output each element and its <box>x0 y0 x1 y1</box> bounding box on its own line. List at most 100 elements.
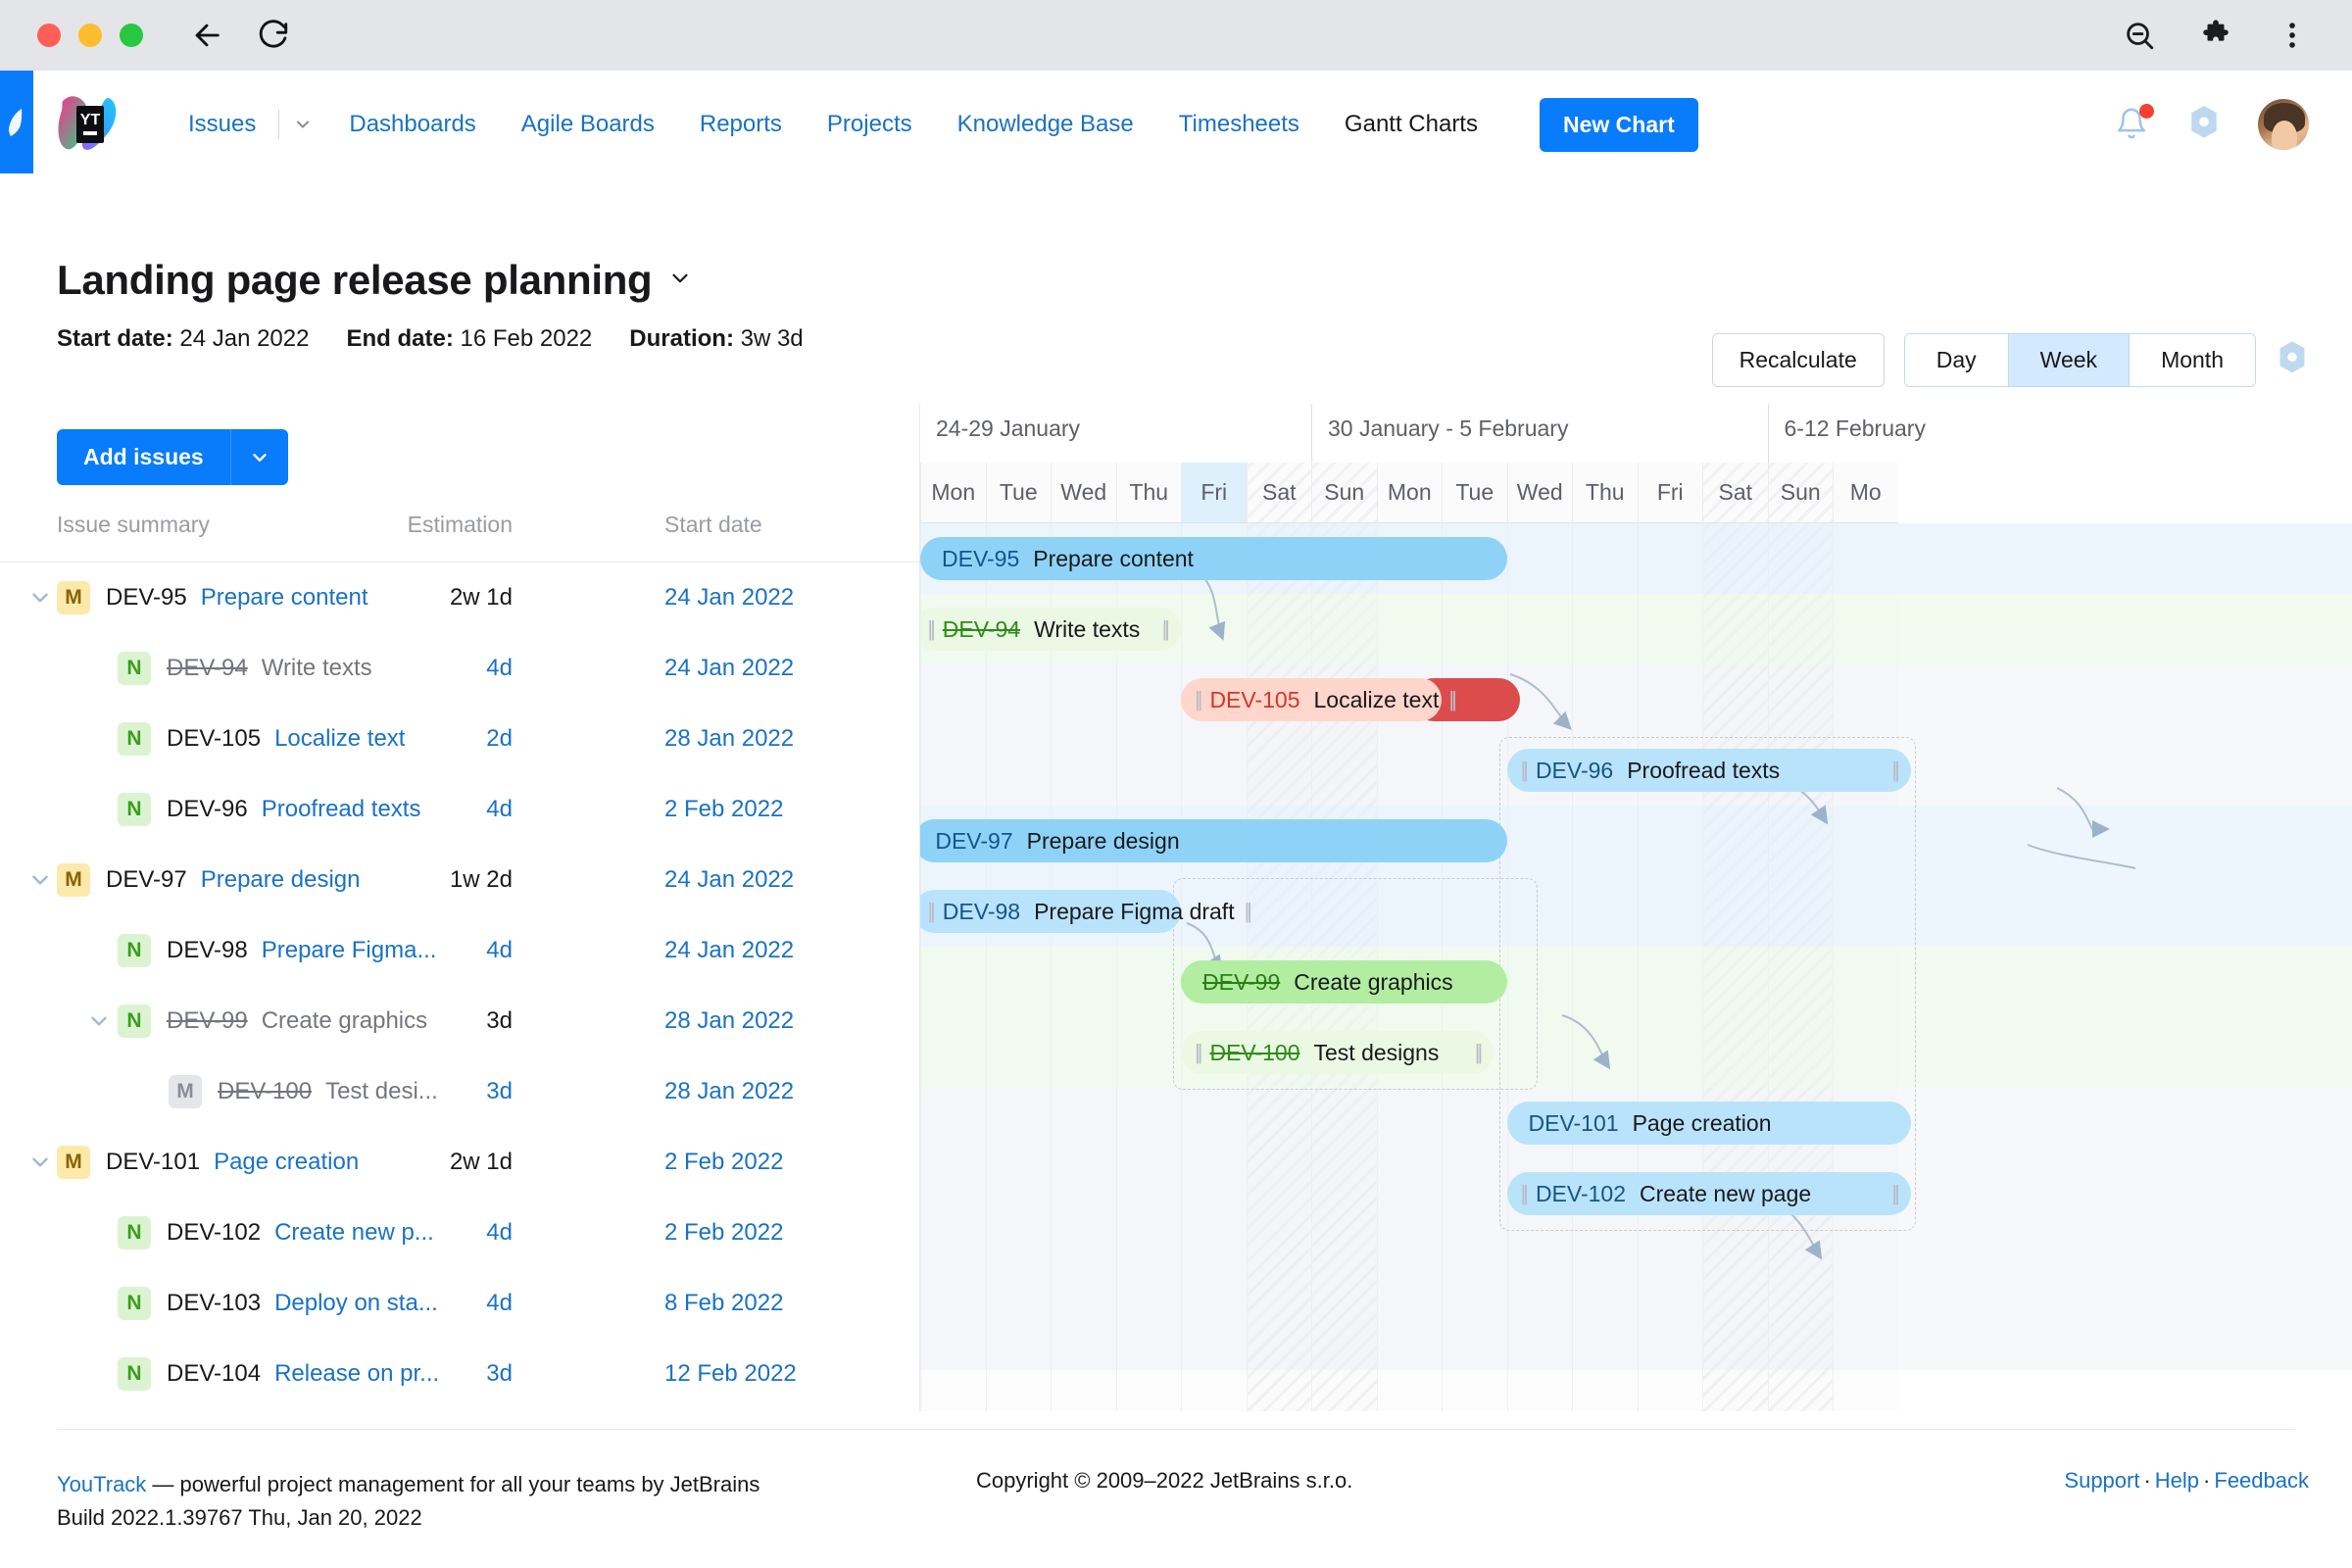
chart-settings-button[interactable] <box>2276 340 2309 380</box>
issue-summary[interactable]: Prepare design <box>201 866 361 894</box>
issue-estimation[interactable]: 2w 1d <box>450 1149 513 1176</box>
feedback-link[interactable]: Feedback <box>2214 1468 2309 1493</box>
gantt-bar-resize-handle-left[interactable]: || <box>1185 1040 1209 1065</box>
table-row[interactable]: N DEV-104 Release on pr... 3d 12 Feb 2022 <box>0 1339 919 1409</box>
table-row[interactable]: M DEV-95 Prepare content 2w 1d 24 Jan 2022 <box>0 563 919 633</box>
add-issues-button[interactable]: Add issues <box>57 429 230 485</box>
issue-summary[interactable]: Proofread texts <box>262 796 421 823</box>
gantt-bar-resize-handle-left[interactable]: || <box>1511 1181 1536 1206</box>
row-expander-dev-99[interactable] <box>86 1008 112 1034</box>
issue-estimation[interactable]: 4d <box>486 937 513 964</box>
table-row[interactable]: M DEV-97 Prepare design 1w 2d 24 Jan 2022 <box>0 845 919 915</box>
youtrack-link[interactable]: YouTrack <box>57 1472 146 1496</box>
nav-item-timesheets[interactable]: Timesheets <box>1156 111 1322 138</box>
issue-id[interactable]: DEV-104 <box>167 1360 261 1388</box>
table-row[interactable]: N DEV-99 Create graphics 3d 28 Jan 2022 <box>0 986 919 1056</box>
issue-estimation[interactable]: 2w 1d <box>450 584 513 612</box>
notifications-button[interactable] <box>2115 104 2154 143</box>
scale-option-week[interactable]: Week <box>2008 334 2131 386</box>
nav-item-issues[interactable]: Issues <box>166 111 278 138</box>
row-expander-dev-101[interactable] <box>27 1150 53 1175</box>
issue-summary[interactable]: Deploy on sta... <box>274 1290 438 1317</box>
nav-item-knowledge-base[interactable]: Knowledge Base <box>935 111 1156 138</box>
column-header-estimation[interactable]: Estimation <box>408 512 513 538</box>
avatar[interactable] <box>2258 99 2309 150</box>
kebab-menu-icon[interactable] <box>2276 19 2309 52</box>
zoom-out-icon[interactable] <box>2123 19 2156 52</box>
issue-start-date[interactable]: 24 Jan 2022 <box>664 866 794 894</box>
issue-summary[interactable]: Release on pr... <box>274 1360 439 1388</box>
youtrack-logo[interactable]: YT <box>57 92 122 157</box>
issue-summary[interactable]: Create graphics <box>262 1007 427 1035</box>
column-header-start-date[interactable]: Start date <box>664 512 762 538</box>
issue-estimation[interactable]: 4d <box>486 796 513 823</box>
table-row[interactable]: N DEV-103 Deploy on sta... 4d 8 Feb 2022 <box>0 1268 919 1339</box>
minimize-window-button[interactable] <box>78 24 102 47</box>
issue-id[interactable]: DEV-105 <box>167 725 261 753</box>
help-link[interactable]: Help <box>2155 1468 2199 1493</box>
issue-id[interactable]: DEV-102 <box>167 1219 261 1247</box>
issue-summary[interactable]: Prepare Figma... <box>262 937 437 964</box>
issue-start-date[interactable]: 28 Jan 2022 <box>664 1078 794 1105</box>
gantt-bar-resize-handle-right[interactable]: || <box>1465 1040 1490 1065</box>
gantt-bar-resize-handle-left[interactable]: || <box>1185 687 1209 712</box>
gantt-bar-dev-105[interactable]: || DEV-105 Localize text || <box>1181 678 1457 721</box>
scale-option-month[interactable]: Month <box>2130 334 2255 386</box>
table-row[interactable]: N DEV-94 Write texts 4d 24 Jan 2022 <box>0 633 919 704</box>
issue-start-date[interactable]: 24 Jan 2022 <box>664 937 794 964</box>
gantt-bar-dev-94[interactable]: || DEV-94 Write texts || <box>920 608 1181 651</box>
issue-summary[interactable]: Test desi... <box>325 1078 438 1105</box>
issue-start-date[interactable]: 2 Feb 2022 <box>664 1149 783 1176</box>
issue-id[interactable]: DEV-94 <box>167 655 248 682</box>
issue-summary[interactable]: Page creation <box>214 1149 359 1176</box>
issue-summary[interactable]: Localize text <box>274 725 405 753</box>
nav-issues-chevron-down-icon[interactable] <box>279 115 326 134</box>
gantt-bar-dev-97[interactable]: DEV-97 Prepare design <box>920 819 1507 862</box>
issue-id[interactable]: DEV-96 <box>167 796 248 823</box>
back-arrow-icon[interactable] <box>190 19 223 52</box>
issue-estimation[interactable]: 1w 2d <box>450 866 513 894</box>
column-header-issue-summary[interactable]: Issue summary <box>57 512 210 538</box>
gantt-bar-dev-101[interactable]: DEV-101 Page creation <box>1506 1102 1911 1145</box>
reload-icon[interactable] <box>257 19 290 52</box>
row-expander-dev-97[interactable] <box>27 867 53 893</box>
table-row[interactable]: N DEV-98 Prepare Figma... 4d 24 Jan 2022 <box>0 915 919 986</box>
issue-start-date[interactable]: 28 Jan 2022 <box>664 725 794 753</box>
issue-estimation[interactable]: 2d <box>486 725 513 753</box>
issue-id[interactable]: DEV-99 <box>167 1007 248 1035</box>
table-row[interactable]: N DEV-96 Proofread texts 4d 2 Feb 2022 <box>0 774 919 845</box>
issue-id[interactable]: DEV-100 <box>218 1078 312 1105</box>
puzzle-piece-icon[interactable] <box>2199 19 2232 52</box>
issue-start-date[interactable]: 24 Jan 2022 <box>664 655 794 682</box>
row-expander-dev-95[interactable] <box>27 585 53 611</box>
nav-item-gantt-charts[interactable]: Gantt Charts <box>1322 111 1500 138</box>
issue-start-date[interactable]: 28 Jan 2022 <box>664 1007 794 1035</box>
issue-id[interactable]: DEV-95 <box>106 584 187 612</box>
issue-summary[interactable]: Prepare content <box>201 584 368 612</box>
gantt-bar-dev-99[interactable]: DEV-99 Create graphics <box>1181 960 1507 1004</box>
issue-estimation[interactable]: 4d <box>486 655 513 682</box>
issue-start-date[interactable]: 24 Jan 2022 <box>664 584 794 612</box>
table-row[interactable]: M DEV-100 Test desi... 3d 28 Jan 2022 <box>0 1056 919 1127</box>
nav-item-projects[interactable]: Projects <box>805 111 935 138</box>
recalculate-button[interactable]: Recalculate <box>1711 333 1885 387</box>
gantt-bar-dev-102[interactable]: || DEV-102 Create new page || <box>1506 1172 1911 1215</box>
issue-id[interactable]: DEV-101 <box>106 1149 200 1176</box>
table-row[interactable]: N DEV-102 Create new p... 4d 2 Feb 2022 <box>0 1198 919 1268</box>
issue-start-date[interactable]: 2 Feb 2022 <box>664 1219 783 1247</box>
gantt-bar-resize-handle-right[interactable]: || <box>1882 758 1906 783</box>
gantt-bar-resize-handle-right[interactable]: || <box>1439 687 1463 712</box>
gantt-bar-resize-handle-right[interactable]: || <box>1235 899 1259 924</box>
issue-estimation[interactable]: 3d <box>486 1078 513 1105</box>
gantt-bar-resize-handle-right[interactable]: || <box>1882 1181 1906 1206</box>
settings-gear-hex-icon[interactable] <box>2187 104 2221 146</box>
issue-estimation[interactable]: 4d <box>486 1290 513 1317</box>
nav-item-agile-boards[interactable]: Agile Boards <box>499 111 677 138</box>
gantt-bar-dev-96[interactable]: || DEV-96 Proofread texts || <box>1506 749 1911 792</box>
nav-item-dashboards[interactable]: Dashboards <box>326 111 498 138</box>
gantt-bar-resize-handle-left[interactable]: || <box>920 616 943 642</box>
issue-id[interactable]: DEV-103 <box>167 1290 261 1317</box>
page-title-chevron-down-icon[interactable] <box>667 266 693 296</box>
add-issues-dropdown-button[interactable] <box>229 429 288 485</box>
gantt-bar-resize-handle-left[interactable]: || <box>920 899 943 924</box>
